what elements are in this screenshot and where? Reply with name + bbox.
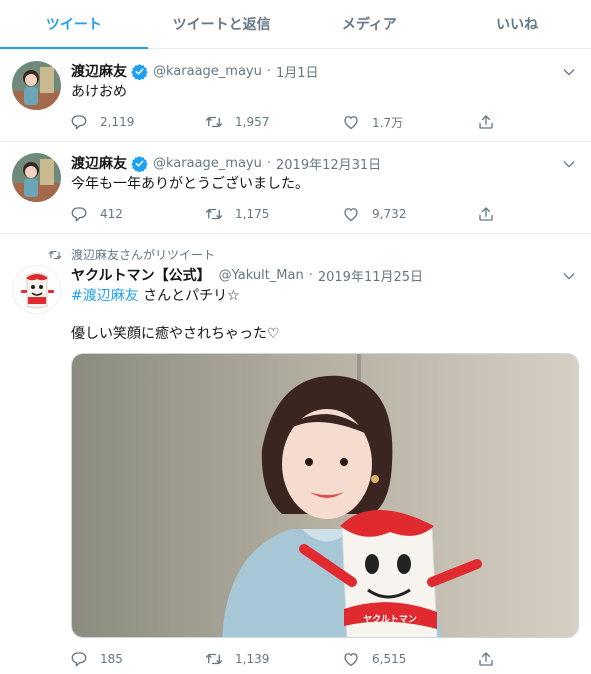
chevron-down-icon[interactable]	[561, 268, 577, 284]
share-button[interactable]	[477, 648, 495, 670]
retweet-count: 1,957	[235, 115, 270, 129]
retweet-button[interactable]: 1,175	[205, 203, 269, 225]
user-handle[interactable]: @Yakult_Man	[219, 268, 304, 283]
tweet-text-line1: さんとパチリ☆	[138, 288, 240, 304]
share-icon	[477, 650, 495, 668]
separator-dot: ·	[266, 63, 271, 79]
tweet[interactable]: 渡辺麻友さんがリツイート ヤクルトマン【公式】 @Yakult_Man · 20…	[0, 234, 591, 674]
separator-dot: ·	[266, 155, 271, 171]
tweet-actions: 2,119 1,957 1.7万	[70, 111, 510, 133]
tab-tweets-label: ツイート	[45, 17, 102, 33]
tweet-date[interactable]: 1月1日	[276, 62, 319, 81]
tweet-text-line2: 優しい笑顔に癒やされちゃった♡	[71, 326, 280, 342]
avatar[interactable]	[12, 61, 61, 110]
display-name[interactable]: 渡辺麻友	[71, 153, 127, 173]
tab-tweets-and-replies-label: ツイートと返信	[172, 17, 271, 33]
like-count: 9,732	[372, 207, 407, 221]
tweet[interactable]: 渡辺麻友 @karaage_mayu · 1月1日 あけおめ 2,119 1,9…	[0, 50, 591, 142]
reply-count: 185	[100, 652, 123, 666]
tab-tweets[interactable]: ツイート	[0, 0, 148, 49]
retweet-context-label[interactable]: 渡辺麻友さんがリツイート	[71, 246, 215, 263]
display-name[interactable]: ヤクルトマン【公式】	[71, 265, 211, 285]
mascot-sash-text: ヤクルトマン	[363, 614, 417, 625]
like-button[interactable]: 6,515	[342, 648, 406, 670]
retweet-icon	[205, 205, 223, 223]
photo-image: ヤクルトマン	[72, 354, 578, 637]
reply-icon	[70, 650, 88, 668]
reply-count: 412	[100, 207, 123, 221]
verified-badge-icon	[131, 155, 148, 172]
avatar-photo	[12, 61, 61, 110]
yakultman-avatar	[13, 266, 60, 313]
retweet-count: 1,139	[235, 652, 270, 666]
tab-media[interactable]: メディア	[296, 0, 444, 48]
reply-button[interactable]: 412	[70, 203, 123, 225]
tweet-header: ヤクルトマン【公式】 @Yakult_Man · 2019年11月25日	[71, 264, 551, 286]
retweet-icon	[205, 650, 223, 668]
share-button[interactable]	[477, 203, 495, 225]
reply-count: 2,119	[100, 115, 135, 129]
tweet[interactable]: 渡辺麻友 @karaage_mayu · 2019年12月31日 今年も一年あり…	[0, 142, 591, 234]
tweet-header: 渡辺麻友 @karaage_mayu · 2019年12月31日	[71, 152, 551, 174]
user-handle[interactable]: @karaage_mayu	[153, 64, 262, 79]
display-name[interactable]: 渡辺麻友	[71, 61, 127, 81]
like-button[interactable]: 9,732	[342, 203, 406, 225]
reply-button[interactable]: 2,119	[70, 111, 134, 133]
user-handle[interactable]: @karaage_mayu	[153, 156, 262, 171]
tab-likes[interactable]: いいね	[443, 0, 591, 48]
retweet-count: 1,175	[235, 207, 270, 221]
tab-media-label: メディア	[341, 17, 397, 33]
reply-icon	[70, 205, 88, 223]
tweet-date[interactable]: 2019年12月31日	[276, 154, 381, 173]
heart-icon	[342, 113, 360, 131]
share-icon	[477, 113, 495, 131]
tweet-actions: 185 1,139 6,515	[70, 648, 510, 670]
share-button[interactable]	[477, 111, 495, 133]
like-count: 6,515	[372, 652, 407, 666]
like-count: 1.7万	[372, 115, 404, 130]
profile-tabs: ツイート ツイートと返信 メディア いいね	[0, 0, 591, 49]
tweet-header: 渡辺麻友 @karaage_mayu · 1月1日	[71, 60, 551, 82]
avatar[interactable]	[12, 265, 61, 314]
retweet-icon	[205, 113, 223, 131]
retweet-button[interactable]: 1,957	[205, 111, 269, 133]
tweet-text: あけおめ	[71, 84, 127, 100]
verified-badge-icon	[131, 63, 148, 80]
tweet-date[interactable]: 2019年11月25日	[318, 266, 423, 285]
heart-icon	[342, 650, 360, 668]
reply-icon	[70, 113, 88, 131]
like-button[interactable]: 1.7万	[342, 111, 403, 133]
chevron-down-icon[interactable]	[561, 156, 577, 172]
tweet-actions: 412 1,175 9,732	[70, 203, 510, 225]
reply-button[interactable]: 185	[70, 648, 123, 670]
tab-likes-label: いいね	[496, 17, 539, 33]
retweet-button[interactable]: 1,139	[205, 648, 269, 670]
tweet-text: 今年も一年ありがとうございました。	[71, 176, 309, 192]
tab-tweets-and-replies[interactable]: ツイートと返信	[148, 0, 296, 48]
tweet-media-photo[interactable]: ヤクルトマン	[71, 353, 579, 638]
chevron-down-icon[interactable]	[561, 64, 577, 80]
share-icon	[477, 205, 495, 223]
avatar-photo	[12, 153, 61, 202]
hashtag-link[interactable]: #渡辺麻友	[71, 288, 139, 304]
retweet-context: 渡辺麻友さんがリツイート	[48, 246, 215, 263]
avatar[interactable]	[12, 153, 61, 202]
heart-icon	[342, 205, 360, 223]
tweet-text: #渡辺麻友 さんとパチリ☆	[71, 286, 571, 306]
retweet-icon	[48, 248, 62, 262]
separator-dot: ·	[308, 267, 313, 283]
